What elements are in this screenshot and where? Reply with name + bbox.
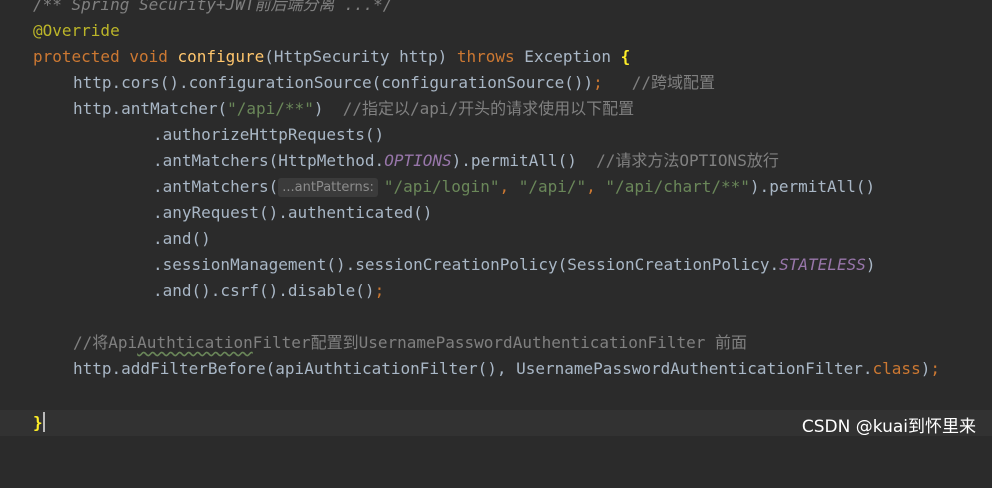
close-brace: } <box>33 413 43 432</box>
string-chart: "/api/chart/**" <box>605 177 750 196</box>
typo-underline: Authtication <box>137 333 253 352</box>
override-annotation: @Override <box>33 21 120 40</box>
keyword-protected: protected <box>33 47 120 66</box>
code-line-14: //将ApiAuthticationFilter配置到UsernamePassw… <box>0 330 992 356</box>
cors-statement: http.cors().configurationSource(configur… <box>73 73 594 92</box>
comment-options: //请求方法OPTIONS放行 <box>596 151 779 170</box>
authorize-requests-call: .authorizeHttpRequests() <box>153 125 385 144</box>
csdn-watermark: CSDN @kuai到怀里来 <box>801 417 976 437</box>
code-line-5: http.antMatcher("/api/**") //指定以/api/开头的… <box>73 99 635 118</box>
code-line-2: @Override <box>0 18 992 44</box>
constant-options: OPTIONS <box>384 151 452 170</box>
code-line-10: .and() <box>0 226 992 252</box>
parameter-hint: ...antPatterns: <box>278 178 378 197</box>
comment-filter-order: //将ApiAuthticationFilter配置到UsernamePassw… <box>73 333 747 352</box>
code-line-8: .antMatchers(...antPatterns: "/api/login"… <box>153 177 876 197</box>
code-line-4: http.cors().configurationSource(configur… <box>73 73 715 92</box>
method-name: configure <box>177 47 265 66</box>
text-cursor <box>42 412 45 432</box>
folded-doc-comment[interactable]: /** Spring Security+JWT前后端分离 ...*/ <box>33 0 392 18</box>
code-line-15: http.addFilterBefore(apiAuthticationFilt… <box>73 359 940 378</box>
keyword-class: class <box>872 359 921 378</box>
code-line-11: .sessionManagement().sessionCreationPoli… <box>153 255 876 274</box>
exception-type: Exception <box>514 47 621 66</box>
code-line-6: .authorizeHttpRequests() <box>0 122 992 148</box>
csrf-disable-call: .and().csrf().disable() <box>153 281 375 300</box>
code-line-12: .and().csrf().disable(); <box>153 281 385 300</box>
comment-ant-matcher: //指定以/api/开头的请求使用以下配置 <box>342 99 635 118</box>
code-editor[interactable]: /** Spring Security+JWT前后端分离 ...*/ @Over… <box>0 0 992 446</box>
and-call: .and() <box>153 229 211 248</box>
keyword-throws: throws <box>456 47 515 66</box>
string-api-pattern: "/api/**" <box>227 99 314 118</box>
add-filter-statement: http.addFilterBefore(apiAuthticationFilt… <box>73 359 873 378</box>
open-brace: { <box>620 47 631 66</box>
method-params: (HttpSecurity http) <box>264 47 457 66</box>
constant-stateless: STATELESS <box>779 255 866 274</box>
string-api: "/api/" <box>518 177 587 196</box>
code-line-3: protected void configure(HttpSecurity ht… <box>0 44 992 70</box>
any-request-call: .anyRequest().authenticated() <box>153 203 433 222</box>
code-line-9: .anyRequest().authenticated() <box>0 200 992 226</box>
string-login: "/api/login" <box>383 177 500 196</box>
keyword-void: void <box>129 47 168 66</box>
code-line-1: /** Spring Security+JWT前后端分离 ...*/ <box>0 0 992 18</box>
comment-cors: //跨域配置 <box>631 73 715 92</box>
code-line-7: .antMatchers(HttpMethod.OPTIONS).permitA… <box>153 151 779 170</box>
